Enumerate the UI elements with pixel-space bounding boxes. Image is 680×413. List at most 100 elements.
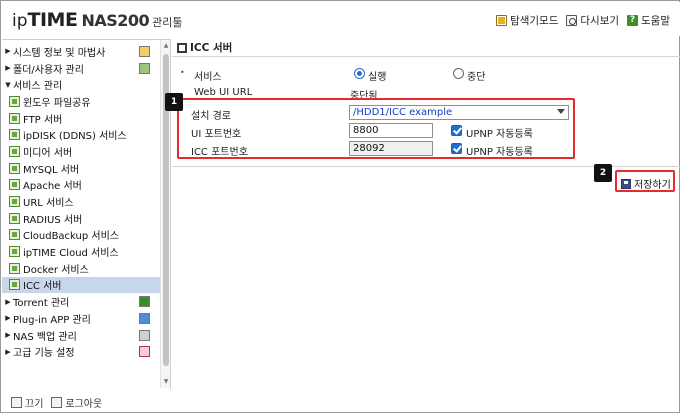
explorer-icon [496,15,508,26]
service-icon [9,129,20,141]
logo-ip: ip [12,11,28,31]
sidebar-item-apache[interactable]: Apache 서버 [2,177,160,194]
help-link[interactable]: ? 도움말 [627,13,670,28]
backup-icon [139,329,150,341]
service-icon [9,179,20,191]
collapsed-arrow-icon: ▶ [5,47,11,56]
service-icon [9,196,20,208]
install-path-label: 설치 경로 [191,111,231,122]
service-label: 서비스 [194,72,222,83]
collapsed-arrow-icon: ▶ [5,64,11,73]
sidebar-item-plugin-app[interactable]: ▶ Plug-in APP 관리 [2,310,160,327]
page-title-bar: ICC 서버 [172,39,680,57]
sidebar-item-url-service[interactable]: URL 서비스 [2,193,160,210]
folder-user-icon [139,62,150,74]
save-label: 저장하기 [634,180,671,191]
sidebar-item-label: Apache 서버 [23,181,82,193]
icc-port-label: ICC 포트번호 [191,147,248,158]
sidebar-item-label: Docker 서비스 [23,264,89,276]
collapsed-arrow-icon: ▶ [5,297,11,306]
logout-button[interactable]: 로그아웃 [51,395,102,410]
sidebar-item-label: RADIUS 서버 [23,214,83,226]
footer: 끄기 로그아웃 [2,391,680,413]
page-title: ICC 서버 [190,42,233,54]
sidebar-item-docker[interactable]: Docker 서비스 [2,260,160,277]
save-button[interactable]: 저장하기 [621,176,671,191]
sidebar-item-label: 고급 기능 설정 [13,348,75,360]
sidebar-item-service-management[interactable]: ▼ 서비스 관리 [2,76,160,93]
sidebar-item-label: ipTIME Cloud 서비스 [23,248,119,260]
stop-label: 중단 [467,72,486,83]
top-nav: 탐색기모드 다시보기 ? 도움말 [496,13,670,28]
sidebar-item-label: NAS 백업 관리 [13,331,77,343]
logo-time: TIME [27,9,78,31]
reload-icon [566,15,578,26]
install-path-select[interactable]: /HDD1/ICC example [349,105,569,120]
sidebar-item-radius[interactable]: RADIUS 서버 [2,210,160,227]
sidebar-item-label: Torrent 관리 [13,298,70,310]
power-icon [11,396,22,408]
reload-link[interactable]: 다시보기 [566,13,619,28]
scroll-down-icon[interactable]: ▼ [162,378,170,386]
service-icon [9,212,20,224]
webui-label: Web UI URL [194,87,253,98]
sidebar-item-label: CloudBackup 서비스 [23,231,119,243]
explorer-mode-link[interactable]: 탐색기모드 [496,13,558,28]
sidebar-item-icc-server[interactable]: ICC 서버 [2,276,160,294]
main-panel: ICC 서버 • 서비스 실행 중단 Web UI URL 중단됨 1 설치 경… [165,39,680,389]
reload-label: 다시보기 [580,15,620,27]
step-badge-1: 1 [165,93,183,111]
stop-radio[interactable] [453,68,464,79]
run-radio[interactable] [354,68,365,79]
collapsed-arrow-icon: ▶ [5,314,11,323]
collapsed-arrow-icon: ▶ [5,347,11,356]
sidebar-item-advanced[interactable]: ▶ 고급 기능 설정 [2,343,160,360]
bullet-icon: • [180,68,185,77]
collapsed-arrow-icon: ▶ [5,331,11,340]
install-path-value: /HDD1/ICC example [353,107,453,118]
sidebar-item-mysql[interactable]: MYSQL 서버 [2,160,160,177]
run-label: 실행 [368,72,387,83]
sidebar-item-label: 시스템 정보 및 마법사 [13,47,106,59]
service-icon [9,279,20,291]
sidebar-item-iptime-cloud[interactable]: ipTIME Cloud 서비스 [2,243,160,260]
logo-tool: 관리툴 [152,16,183,29]
explorer-mode-label: 탐색기모드 [510,15,559,27]
advanced-settings-icon [139,346,150,358]
sidebar-item-ftp[interactable]: FTP 서버 [2,110,160,127]
sidebar-item-label: ICC 서버 [23,281,62,293]
ui-port-input[interactable]: 8800 [349,123,433,138]
icc-port-input[interactable]: 28092 [349,141,433,156]
help-icon: ? [627,15,639,26]
service-icon [9,246,20,258]
sidebar-item-label: 폴더/사용자 관리 [13,64,84,76]
power-off-label: 끄기 [25,398,44,410]
expanded-arrow-icon: ▼ [5,80,11,89]
service-icon [9,229,20,241]
sidebar-item-label: 서비스 관리 [13,81,63,93]
sidebar-item-ipdisk[interactable]: ipDISK (DDNS) 서비스 [2,126,160,143]
dropdown-arrow-icon [557,109,565,114]
service-icon [9,162,20,174]
torrent-icon [139,296,150,308]
icc-port-upnp-checkbox[interactable] [451,143,462,154]
scroll-up-icon[interactable]: ▲ [162,42,170,50]
header: ip TIME NAS200 관리툴 탐색기모드 다시보기 ? 도움말 [2,2,680,36]
sidebar-tree: ▶ 시스템 정보 및 마법사 ▶ 폴더/사용자 관리 ▼ 서비스 관리 윈도우 … [2,43,160,360]
power-off-button[interactable]: 끄기 [11,395,43,410]
sidebar-item-windows-share[interactable]: 윈도우 파일공유 [2,93,160,110]
service-icon [9,262,20,274]
service-icon [9,145,20,157]
sidebar-item-system-info[interactable]: ▶ 시스템 정보 및 마법사 [2,43,160,60]
server-icon [177,42,187,53]
iptime-logo: ip TIME NAS200 관리툴 [12,9,183,31]
sidebar-item-torrent[interactable]: ▶ Torrent 관리 [2,293,160,310]
sidebar-item-folder-user[interactable]: ▶ 폴더/사용자 관리 [2,60,160,77]
ui-port-upnp-checkbox[interactable] [451,125,462,136]
service-icon [9,112,20,124]
ui-port-label: UI 포트번호 [191,129,242,140]
sidebar-item-nas-backup[interactable]: ▶ NAS 백업 관리 [2,327,160,344]
sidebar-item-media-server[interactable]: 미디어 서버 [2,143,160,160]
sidebar: ▶ 시스템 정보 및 마법사 ▶ 폴더/사용자 관리 ▼ 서비스 관리 윈도우 … [2,39,171,389]
sidebar-item-cloudbackup[interactable]: CloudBackup 서비스 [2,227,160,244]
